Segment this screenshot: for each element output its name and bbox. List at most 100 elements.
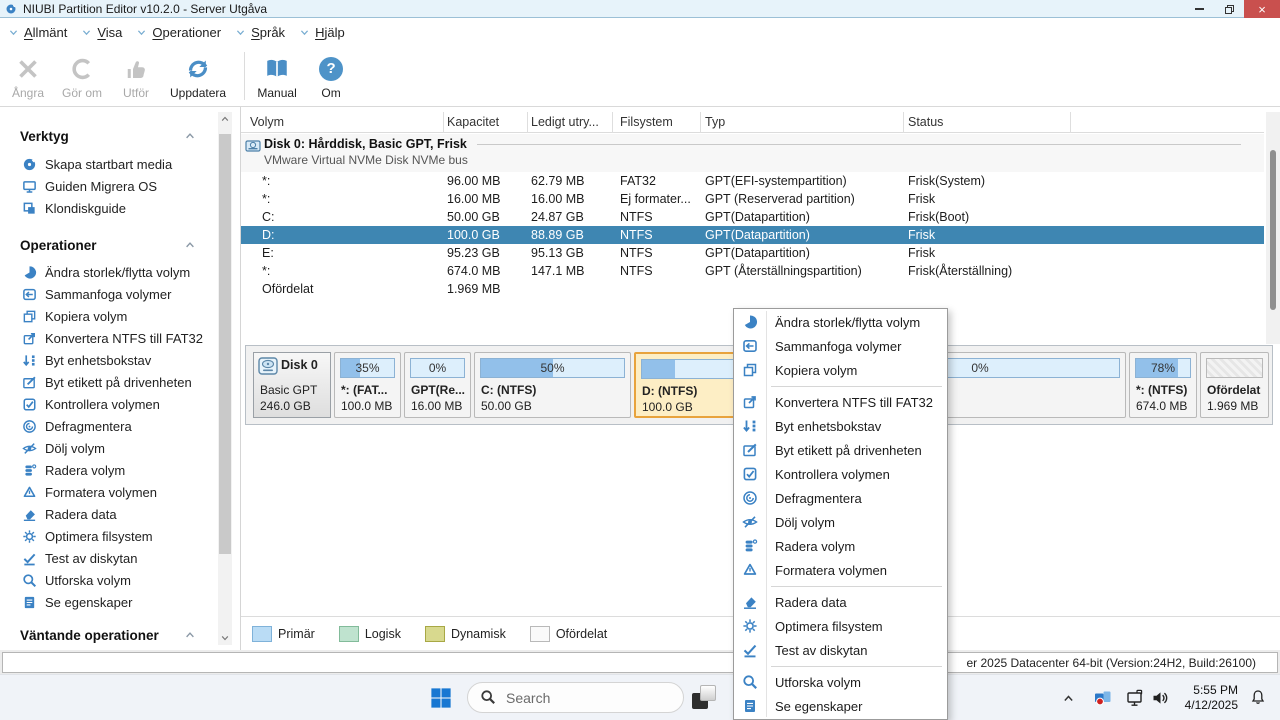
undo-button[interactable]: Ångra [8, 53, 48, 100]
disk-group-row[interactable]: Disk 0: Hårddisk, Basic GPT, Frisk VMwar… [241, 134, 1264, 172]
scrollbar-thumb[interactable] [1270, 150, 1276, 310]
ctx-label[interactable]: Byt etikett på drivenheten [734, 438, 947, 462]
scrollbar-thumb[interactable] [219, 134, 231, 554]
table-header[interactable]: Volym Kapacitet Ledigt utry... Filsystem… [241, 112, 1264, 133]
ctx-drive-letter[interactable]: Byt enhetsbokstav [734, 414, 947, 438]
ctx-explore[interactable]: Utforska volym [734, 670, 947, 694]
sidebar-scrollbar[interactable] [218, 112, 232, 645]
task-view-button[interactable] [692, 685, 718, 711]
partition-block-recovery[interactable]: 78% *: (NTFS) 674.0 MB [1129, 352, 1197, 418]
table-row[interactable]: *: 16.00 MB 16.00 MB Ej formater... GPT (Res… [241, 190, 1264, 208]
sidebar-item-hide-volume[interactable]: Dölj volym [0, 437, 218, 459]
sidebar-item-erase-data[interactable]: Radera data [0, 503, 218, 525]
col-kapacitet[interactable]: Kapacitet [447, 115, 499, 129]
col-ledigt[interactable]: Ledigt utry... [531, 115, 599, 129]
sidebar-item-migrate-os[interactable]: Guiden Migrera OS [0, 175, 218, 197]
sidebar-header-pending[interactable]: Väntande operationer [0, 625, 218, 645]
volume-button[interactable] [1151, 689, 1169, 707]
scroll-down-icon[interactable] [218, 631, 232, 645]
sidebar-item-convert[interactable]: Konvertera NTFS till FAT32 [0, 327, 218, 349]
partition-block-unallocated[interactable]: Ofördelat 1.969 MB [1200, 352, 1269, 418]
menu-allmant[interactable]: Allmänt [8, 25, 67, 40]
sidebar-item-format[interactable]: Formatera volymen [0, 481, 218, 503]
restore-button[interactable] [1214, 0, 1244, 18]
scroll-up-icon[interactable] [218, 112, 232, 126]
ctx-resize-move[interactable]: Ändra storlek/flytta volym [734, 310, 947, 334]
task-view-icon [700, 685, 716, 701]
ctx-copy[interactable]: Kopiera volym [734, 358, 947, 382]
sidebar-item-copy[interactable]: Kopiera volym [0, 305, 218, 327]
about-button[interactable]: ? Om [311, 53, 351, 100]
table-row[interactable]: *: 96.00 MB 62.79 MB FAT32 GPT(EFI-systempar… [241, 172, 1264, 190]
table-row[interactable]: C: 50.00 GB 24.87 GB NTFS GPT(Datapartition)… [241, 208, 1264, 226]
table-row[interactable]: Ofördelat 1.969 MB [241, 280, 1264, 298]
taskbar-search[interactable] [467, 682, 684, 713]
sidebar-header-verktyg[interactable]: Verktyg [0, 126, 218, 146]
surface-test-icon [22, 551, 37, 566]
sidebar-item-surface-test[interactable]: Test av diskytan [0, 547, 218, 569]
col-status[interactable]: Status [908, 115, 943, 129]
notifications-button[interactable] [1250, 689, 1266, 705]
sidebar-item-optimize[interactable]: Optimera filsystem [0, 525, 218, 547]
sidebar-header-operationer[interactable]: Operationer [0, 235, 218, 255]
apply-button[interactable]: Utför [116, 53, 156, 100]
menu-sprak[interactable]: Språk [235, 25, 285, 40]
manual-button[interactable]: Manual [257, 53, 297, 100]
windows-logo-icon [430, 687, 452, 709]
menu-hjalp[interactable]: Hjälp [299, 25, 345, 40]
menu-operationer[interactable]: Operationer [136, 25, 221, 40]
disk-info-block[interactable]: Disk 0 Basic GPT 246.0 GB [253, 352, 331, 418]
sidebar-item-defrag[interactable]: Defragmentera [0, 415, 218, 437]
explore-icon [22, 573, 37, 588]
ctx-surface-test[interactable]: Test av diskytan [734, 638, 947, 662]
refresh-button[interactable]: Uppdatera [170, 53, 226, 100]
partition-block-c[interactable]: 50% C: (NTFS) 50.00 GB [474, 352, 631, 418]
sidebar-item-check-volume[interactable]: Kontrollera volymen [0, 393, 218, 415]
tray-overflow-button[interactable] [1062, 692, 1075, 705]
table-row[interactable]: E: 95.23 GB 95.13 GB NTFS GPT(Datapartition)… [241, 244, 1264, 262]
col-typ[interactable]: Typ [705, 115, 725, 129]
ctx-properties[interactable]: Se egenskaper [734, 694, 947, 718]
sidebar-item-label[interactable]: Byt etikett på drivenheten [0, 371, 218, 393]
legend-swatch [424, 625, 445, 642]
defrag-icon [22, 419, 37, 434]
taskbar-clock[interactable]: 5:55 PM 4/12/2025 [1185, 683, 1238, 713]
sidebar-item-explore[interactable]: Utforska volym [0, 569, 218, 591]
menu-visa[interactable]: Visa [81, 25, 122, 40]
col-volym[interactable]: Volym [250, 115, 284, 129]
ctx-hide-volume[interactable]: Dölj volym [734, 510, 947, 534]
search-input[interactable] [467, 682, 684, 713]
redo-button[interactable]: Gör om [62, 53, 102, 100]
network-button[interactable] [1126, 689, 1144, 707]
partition-block-reserved[interactable]: 0% GPT(Re... 16.00 MB [404, 352, 471, 418]
sidebar-item-merge[interactable]: Sammanfoga volymer [0, 283, 218, 305]
tray-app-icon[interactable] [1094, 690, 1112, 706]
table-row[interactable]: *: 674.0 MB 147.1 MB NTFS GPT (Återställning… [241, 262, 1264, 280]
ctx-erase-data[interactable]: Radera data [734, 590, 947, 614]
ctx-delete-volume[interactable]: Radera volym [734, 534, 947, 558]
start-button[interactable] [430, 687, 452, 709]
hide-volume-icon [742, 514, 758, 530]
ctx-check-volume[interactable]: Kontrollera volymen [734, 462, 947, 486]
sidebar-item-properties[interactable]: Se egenskaper [0, 591, 218, 613]
sidebar-item-clone-disk[interactable]: Klondiskguide [0, 197, 218, 219]
sidebar-item-drive-letter[interactable]: Byt enhetsbokstav [0, 349, 218, 371]
ctx-defrag[interactable]: Defragmentera [734, 486, 947, 510]
merge-icon [742, 338, 758, 354]
ctx-format[interactable]: Formatera volymen [734, 558, 947, 582]
ctx-merge[interactable]: Sammanfoga volymer [734, 334, 947, 358]
sidebar-item-delete-volume[interactable]: Radera volym [0, 459, 218, 481]
minimize-button[interactable] [1184, 0, 1214, 18]
partition-block-efi[interactable]: 35% *: (FAT... 100.0 MB [334, 352, 401, 418]
ctx-convert[interactable]: Konvertera NTFS till FAT32 [734, 390, 947, 414]
table-row-selected[interactable]: D: 100.0 GB 88.89 GB NTFS GPT(Datapartition)… [241, 226, 1264, 244]
ctx-optimize[interactable]: Optimera filsystem [734, 614, 947, 638]
col-filsystem[interactable]: Filsystem [620, 115, 673, 129]
legend-primar: Primär [252, 625, 315, 642]
disk-group-title: Disk 0: Hårddisk, Basic GPT, Frisk [264, 137, 467, 151]
sidebar-item-bootable-media[interactable]: Skapa startbart media [0, 153, 218, 175]
sidebar-item-resize-move[interactable]: Ändra storlek/flytta volym [0, 261, 218, 283]
close-button[interactable]: × [1244, 0, 1280, 18]
table-scrollbar[interactable] [1266, 112, 1280, 344]
format-icon [22, 485, 37, 500]
